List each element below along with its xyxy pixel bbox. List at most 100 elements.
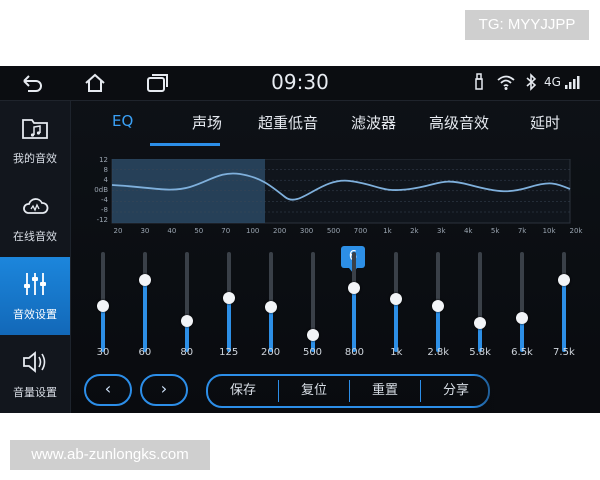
reset-button[interactable]: 重置 <box>350 376 420 406</box>
slider-freq-label: 7.5k <box>553 347 575 358</box>
slider-knob[interactable] <box>474 317 487 330</box>
head-unit-screen: 09:30 4G 我的音效 在线音效 音效设置 音量设置 EQ 声场 超重低音 … <box>0 66 600 413</box>
usb-icon <box>475 73 483 90</box>
watermark-top: TG: MYYJJPP <box>465 10 589 40</box>
clock: 09:30 <box>271 70 329 94</box>
curve-y-label: 8 <box>103 166 108 174</box>
sidebar-item-my-effects[interactable]: 我的音效 <box>0 101 70 179</box>
eq-slider-80[interactable] <box>172 252 202 362</box>
slider-fill <box>352 287 357 352</box>
slider-freq-label: 60 <box>138 347 152 358</box>
save-button[interactable]: 保存 <box>208 376 278 406</box>
slider-knob[interactable] <box>306 329 319 342</box>
curve-y-label: -8 <box>101 206 108 214</box>
slider-freq-label: 800 <box>344 347 364 358</box>
slider-freq-label: 125 <box>219 347 239 358</box>
sidebar-item-effect-settings[interactable]: 音效设置 <box>0 257 70 335</box>
home-icon[interactable] <box>84 73 106 93</box>
slider-knob[interactable] <box>264 301 277 314</box>
curve-x-label: 50 <box>194 227 204 235</box>
slider-knob[interactable] <box>390 293 403 306</box>
curve-x-label: 10k <box>542 227 556 235</box>
tab-advanced-effects[interactable]: 高级音效 <box>429 112 489 133</box>
eq-slider-125[interactable] <box>214 252 244 362</box>
slider-knob[interactable] <box>180 315 193 328</box>
curve-x-label: 300 <box>299 227 314 235</box>
back-icon[interactable] <box>20 73 44 93</box>
curve-x-label: 3k <box>437 227 446 235</box>
slider-knob[interactable] <box>138 274 151 286</box>
curve-x-label: 30 <box>140 227 150 235</box>
curve-x-label: 200 <box>272 227 287 235</box>
sidebar: 我的音效 在线音效 音效设置 音量设置 <box>0 101 71 413</box>
eq-slider-6.5k[interactable] <box>507 252 537 362</box>
next-button[interactable]: › <box>140 374 188 406</box>
sidebar-item-label: 在线音效 <box>13 230 57 243</box>
sidebar-item-label: 音效设置 <box>13 308 57 321</box>
tab-delay[interactable]: 延时 <box>530 112 560 133</box>
slider-fill <box>142 280 147 352</box>
eq-slider-2.8k[interactable] <box>423 252 453 362</box>
tab-super-bass[interactable]: 超重低音 <box>258 112 318 133</box>
curve-x-label: 4k <box>463 227 473 235</box>
curve-x-label: 40 <box>167 227 177 235</box>
eq-slider-5.8k[interactable] <box>465 252 495 362</box>
sidebar-item-online-effects[interactable]: 在线音效 <box>0 179 70 257</box>
music-folder-icon <box>22 119 48 139</box>
slider-freq-label: 200 <box>261 347 281 358</box>
curve-x-label: 2k <box>410 227 419 235</box>
curve-y-label: 12 <box>99 156 108 164</box>
speaker-icon <box>23 351 46 373</box>
slider-freq-label: 500 <box>302 347 323 358</box>
slider-freq-label: 80 <box>180 347 194 358</box>
slider-fill <box>394 299 399 352</box>
curve-x-labels: 20 30 40 50 70 100 200 300 500 700 1k 2k 3k 4k 5k 7k 10k… <box>100 227 590 239</box>
cloud-icon <box>23 198 49 214</box>
tab-sound-field[interactable]: 声场 <box>192 112 222 133</box>
eq-slider-200[interactable] <box>256 252 286 362</box>
sidebar-item-label: 音量设置 <box>13 386 57 399</box>
slider-freq-label: 5.8k <box>469 347 491 358</box>
sidebar-item-volume-settings[interactable]: 音量设置 <box>0 335 70 413</box>
curve-x-label: 70 <box>221 227 231 235</box>
eq-slider-800[interactable] <box>339 252 369 362</box>
eq-slider-500[interactable] <box>298 252 328 362</box>
active-tab-indicator <box>150 143 220 146</box>
restore-button[interactable]: 复位 <box>279 376 349 406</box>
slider-freq-label: 2.8k <box>427 347 450 358</box>
slider-freq-label: 6.5k <box>511 347 533 358</box>
curve-y-label: 0dB <box>94 186 108 194</box>
eq-slider-60[interactable] <box>130 252 160 362</box>
eq-slider-7.5k[interactable] <box>549 252 579 362</box>
prev-button[interactable]: ‹ <box>84 374 132 406</box>
slider-knob[interactable] <box>516 311 528 324</box>
slider-knob[interactable] <box>348 281 361 294</box>
edge-fade <box>470 366 600 413</box>
tab-bar: EQ 声场 超重低音 滤波器 高级音效 延时 <box>70 101 600 147</box>
slider-knob[interactable] <box>97 300 109 313</box>
network-label: 4G <box>544 75 561 89</box>
sliders-icon <box>24 273 46 295</box>
slider-knob[interactable] <box>432 299 445 312</box>
eq-slider-1k[interactable] <box>381 252 411 362</box>
tab-filter[interactable]: 滤波器 <box>351 112 396 133</box>
slider-freq-label: 30 <box>96 347 110 358</box>
sidebar-item-label: 我的音效 <box>13 152 57 165</box>
recent-apps-icon[interactable] <box>146 73 170 93</box>
eq-slider-30[interactable] <box>88 252 118 362</box>
slider-fill <box>561 280 566 352</box>
curve-x-label: 20k <box>569 227 583 235</box>
curve-y-label: -4 <box>101 196 108 204</box>
curve-x-label: 1k <box>383 227 392 235</box>
curve-x-label: 100 <box>246 227 260 235</box>
tab-eq[interactable]: EQ <box>112 112 133 130</box>
curve-x-label: 700 <box>353 227 368 235</box>
slider-knob[interactable] <box>222 291 235 304</box>
slider-fill <box>101 306 105 352</box>
curve-x-label: 5k <box>490 227 500 235</box>
slider-fill <box>226 297 231 352</box>
curve-y-label: 4 <box>103 176 108 184</box>
watermark-bottom: www.ab-zunlongks.com <box>10 440 210 470</box>
slider-knob[interactable] <box>557 274 570 286</box>
slider-fill <box>436 305 441 352</box>
